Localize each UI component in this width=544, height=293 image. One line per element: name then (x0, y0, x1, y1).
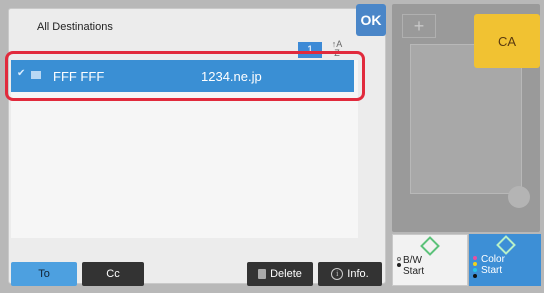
ca-button[interactable]: CA (474, 14, 540, 68)
plus-icon: + (402, 14, 436, 38)
info-button[interactable]: i Info. (318, 262, 382, 286)
to-button[interactable]: To (11, 262, 77, 286)
bottom-bar: To Cc Delete i Info. (11, 244, 385, 286)
color-dots-icon (473, 256, 478, 280)
start-diamond-icon (420, 236, 440, 256)
color-start-button[interactable]: Color Start (469, 234, 541, 286)
delete-button[interactable]: Delete (247, 262, 313, 286)
bw-start-button[interactable]: B/W Start (392, 234, 468, 286)
trash-icon (258, 269, 267, 279)
cc-button[interactable]: Cc (82, 262, 144, 286)
info-label: Info. (347, 268, 369, 280)
bw-dots-icon (397, 257, 402, 269)
selection-highlight (5, 51, 365, 101)
color-start-label: Color Start (481, 254, 505, 276)
start-diamond-icon (496, 235, 516, 255)
circle-icon (508, 186, 530, 208)
delete-label: Delete (270, 268, 302, 280)
info-icon: i (331, 268, 344, 280)
bw-start-label: B/W Start (403, 255, 425, 277)
ok-button[interactable]: OK (356, 4, 386, 36)
dialog-title: All Destinations (37, 21, 113, 33)
